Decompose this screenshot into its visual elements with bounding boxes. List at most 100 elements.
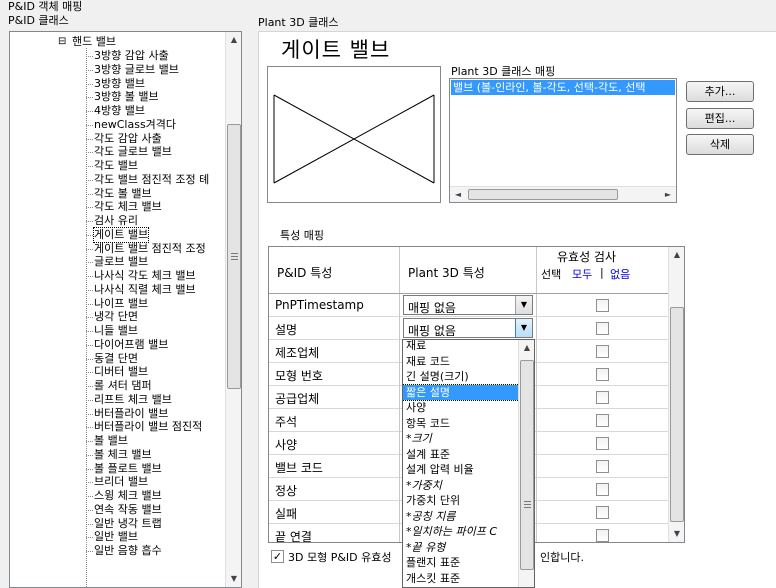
dropdown-option[interactable]: 플랜지 표준 [403,555,519,570]
tree-item[interactable]: 버터플라이 밸브 [10,407,225,421]
plant3d-property-combo[interactable]: 매핑 없음 ▼ [403,318,533,338]
validity-row-checkbox[interactable] [596,322,609,335]
collapse-toggle-icon[interactable]: ⊟ [58,35,66,49]
tree-branch-line [86,399,93,401]
mapping-horizontal-scrollbar[interactable]: ◄ ► [450,186,676,202]
plant3d-property-combo[interactable]: 매핑 없음 ▼ [403,295,533,315]
tree-item[interactable]: 게이트 밸브 [10,226,225,243]
pid-class-tree[interactable]: ⊟ 핸드 밸브 3방향 감압 사출 3방향 글로브 밸브 3방향 밸브 3방향 볼 밸… [9,31,242,588]
validity-checkbox[interactable]: ✓ [271,550,284,563]
dropdown-option[interactable]: 재료 [403,340,519,353]
tree-scroll-thumb[interactable] [227,124,241,389]
dropdown-option[interactable]: *크기 [403,431,519,446]
dropdown-option[interactable]: *공칭 지름 [403,509,519,524]
plant3d-property-dropdown[interactable]: 재료 재료 코드 긴 설명(크기) 짧은 설명 사양 항목 코드 *크기 설계 표준 설계 압력… [402,339,535,588]
dropdown-option[interactable]: *끝 유형 [403,540,519,555]
dropdown-option[interactable]: *가중치 [403,478,519,493]
tree-item-label: 브리더 밸브 [94,475,149,489]
dropdown-scrollbar[interactable]: ▲ [518,340,534,587]
tree-item[interactable]: 일반 냉각 트랩 [10,517,225,531]
tree-item[interactable]: 볼 플로트 밸브 [10,462,225,476]
dropdown-arrow-icon[interactable]: ▼ [515,319,532,337]
tree-item[interactable]: 3방향 글로브 밸브 [10,63,225,77]
dropdown-option[interactable]: 짧은 설명 [403,383,520,401]
tree-item[interactable]: 버터플라이 밸브 점진적 [10,420,225,434]
dropdown-scroll-up-icon[interactable]: ▲ [519,340,534,356]
dropdown-option[interactable]: 긴 설명(크기) [403,369,519,384]
scroll-left-icon[interactable]: ◄ [450,187,466,202]
class-mapping-item[interactable]: 밸브 (볼-인라인, 볼-각도, 선택-각도, 선택 [451,80,675,95]
delete-button[interactable]: 삭제 [686,134,754,155]
mapping-scroll-thumb[interactable] [468,189,618,200]
grid-scroll-up-icon[interactable]: ▲ [669,247,684,263]
tree-item[interactable]: 각도 글로브 밸브 [10,145,225,159]
validity-row-checkbox[interactable] [596,368,609,381]
scroll-up-icon[interactable]: ▲ [226,32,241,48]
tree-item[interactable]: 각도 밸브 [10,159,225,173]
dropdown-option[interactable]: 설계 표준 [403,447,519,462]
validity-row-checkbox[interactable] [596,299,609,312]
dropdown-option[interactable]: 항목 코드 [403,416,519,431]
tree-item[interactable]: 다이어프램 밸브 [10,338,225,352]
add-button[interactable]: 추가... [686,81,754,102]
tree-vertical-scrollbar[interactable]: ▲ ▼ [225,32,241,587]
grid-scroll-thumb[interactable] [670,307,684,522]
dropdown-option[interactable]: 사양 [403,400,519,415]
tree-item[interactable]: 볼 체크 밸브 [10,448,225,462]
validity-row-checkbox[interactable] [596,506,609,519]
tree-item[interactable]: 나이프 밸브 [10,297,225,311]
edit-button[interactable]: 편집... [686,108,754,129]
tree-item[interactable]: 볼 밸브 [10,434,225,448]
tree-item[interactable]: 리프트 체크 밸브 [10,393,225,407]
tree-item[interactable]: 디버터 밸브 [10,365,225,379]
tree-item[interactable]: 각도 볼 밸브 [10,187,225,201]
tree-item[interactable]: 4방향 밸브 [10,104,225,118]
tree-item[interactable]: 연속 작동 밸브 [10,503,225,517]
validity-row-checkbox[interactable] [596,529,609,542]
validity-row-checkbox[interactable] [596,414,609,427]
validity-row-checkbox[interactable] [596,460,609,473]
tree-item[interactable]: 나사식 직렬 체크 밸브 [10,283,225,297]
tree-item[interactable]: 3방향 감압 사출 [10,49,225,63]
dropdown-option[interactable]: 가중치 단위 [403,493,519,508]
tree-item[interactable]: 각도 밸브 점진적 조정 톄 [10,173,225,187]
dropdown-option[interactable]: 개스킷 표준 [403,571,519,586]
tree-item[interactable]: 3방향 밸브 [10,77,225,91]
tree-parent[interactable]: ⊟ 핸드 밸브 [10,35,225,49]
tree-item[interactable]: 냉각 단면 [10,310,225,324]
tree-item[interactable]: 스윙 체크 밸브 [10,489,225,503]
tree-item[interactable]: 각도 감압 사출 [10,132,225,146]
tree-item[interactable]: 롤 셔터 댐퍼 [10,379,225,393]
tree-item[interactable]: 나사식 각도 체크 밸브 [10,269,225,283]
tree-item[interactable]: 3방향 볼 밸브 [10,90,225,104]
grid-scroll-down-icon[interactable]: ▼ [669,526,684,542]
property-row[interactable]: PnPTimestamp 매핑 없음 ▼ [269,294,668,317]
validity-row-checkbox[interactable] [596,345,609,358]
dropdown-arrow-icon[interactable]: ▼ [515,296,532,314]
tree-item[interactable]: 게이트 밸브 점진적 조정 [10,242,225,256]
validity-row-checkbox[interactable] [596,437,609,450]
tree-item[interactable]: 동결 단면 [10,352,225,366]
dropdown-option[interactable]: 재료 코드 [403,354,519,369]
validity-row-checkbox[interactable] [596,483,609,496]
grid-vertical-scrollbar[interactable]: ▲ ▼ [668,247,684,542]
dropdown-option[interactable]: 설계 압력 비율 [403,462,519,477]
tree-item-label: 3방향 감압 사출 [94,49,169,62]
tree-item[interactable]: 검사 유리 [10,214,225,228]
class-mapping-list[interactable]: 밸브 (볼-인라인, 볼-각도, 선택-각도, 선택 ◄ ► [449,78,677,203]
scroll-down-icon[interactable]: ▼ [226,571,241,587]
tree-item[interactable]: newClass겨격다 [10,118,225,132]
tree-item[interactable]: 각도 체크 밸브 [10,200,225,214]
validity-row-checkbox[interactable] [596,391,609,404]
select-none-link[interactable]: 없음 [610,266,630,282]
select-all-link[interactable]: 모두 [572,266,592,282]
scroll-right-icon[interactable]: ► [660,187,676,202]
tree-item[interactable]: 브리더 밸브 [10,475,225,489]
tree-item[interactable]: 니들 밸브 [10,324,225,338]
dropdown-option[interactable]: *일치하는 파이프 C [403,524,519,539]
tree-item[interactable]: 일반 음향 흡수 [10,544,225,558]
tree-item[interactable]: 글로브 밸브 [10,255,225,269]
tree-item[interactable]: 일반 밸브 [10,530,225,544]
property-row[interactable]: 설명 매핑 없음 ▼ [269,317,668,340]
dropdown-scroll-thumb[interactable] [520,360,534,570]
